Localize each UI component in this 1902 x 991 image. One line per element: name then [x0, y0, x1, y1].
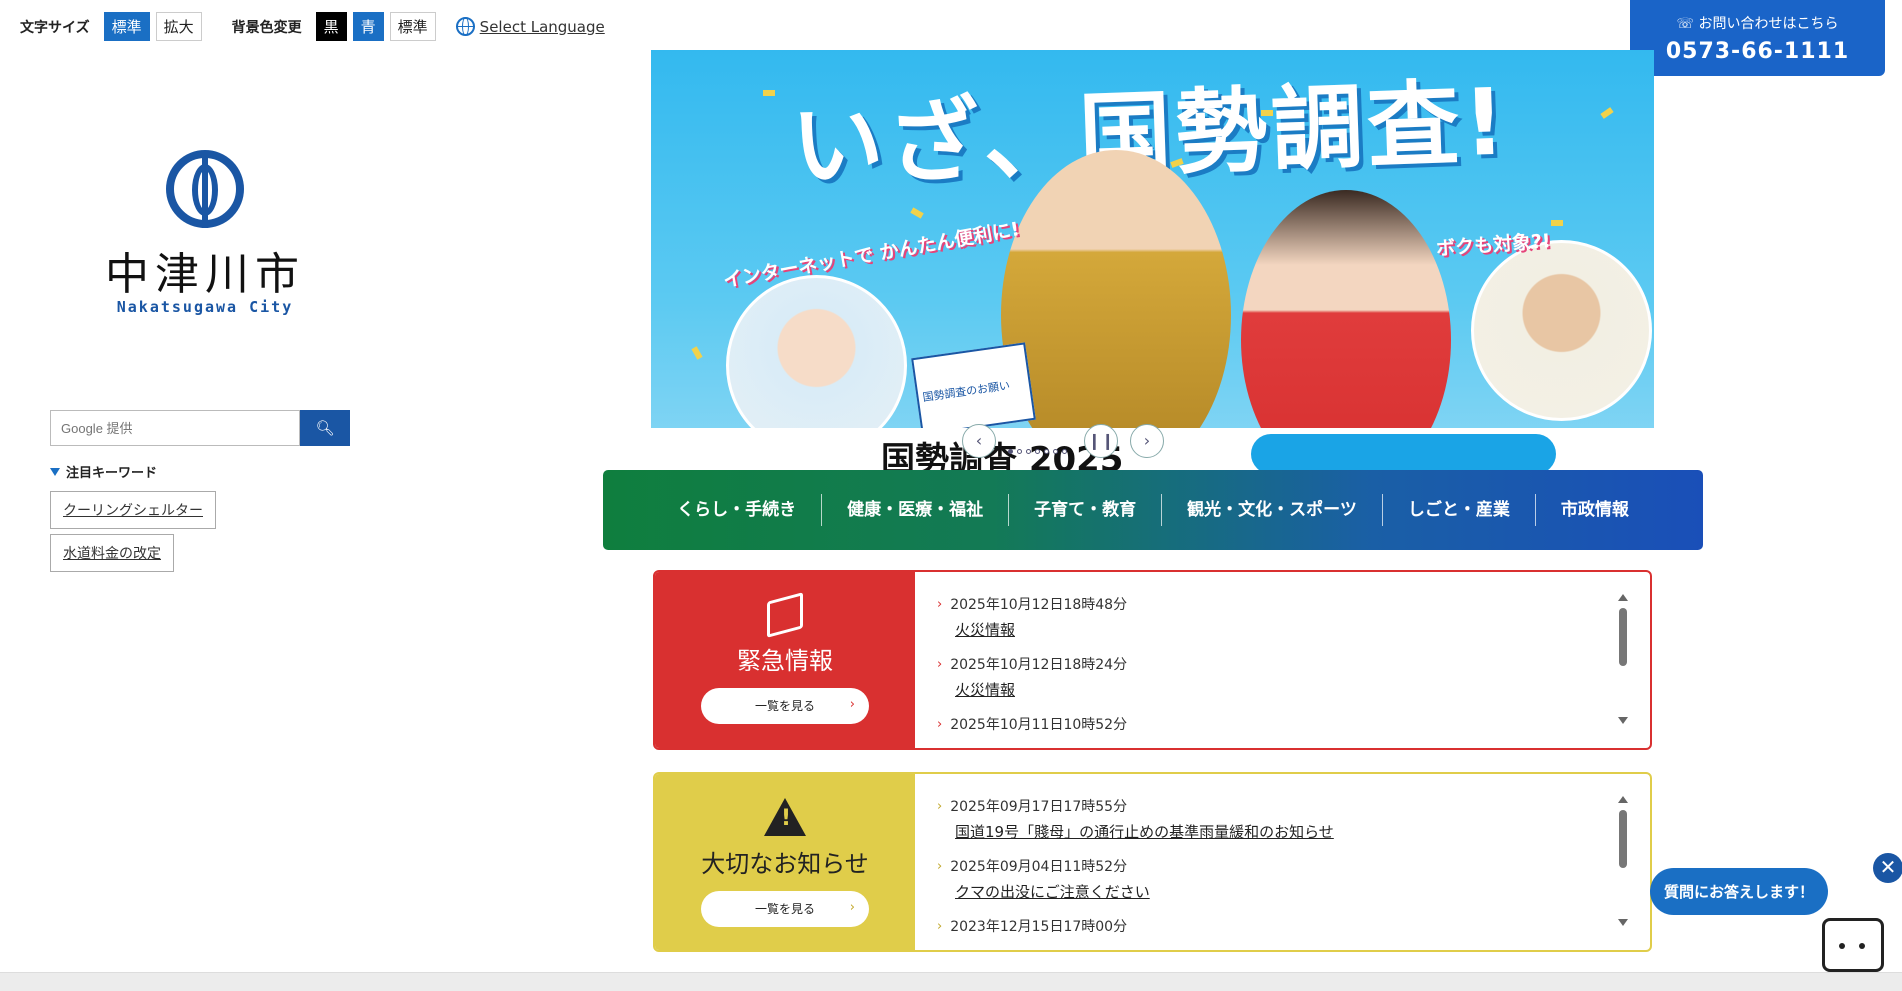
emergency-link[interactable]: 火災情報 — [955, 619, 1650, 640]
banner-person-center — [1001, 150, 1231, 470]
megaphone-icon — [767, 591, 803, 638]
banner-person-right — [1471, 240, 1652, 421]
footer-strip — [0, 972, 1902, 991]
nav-tourism[interactable]: 観光・文化・スポーツ — [1162, 494, 1383, 526]
nav-city-info[interactable]: 市政情報 — [1536, 494, 1654, 526]
globe-icon — [455, 17, 475, 36]
chevron-right-icon: › — [937, 596, 943, 612]
emergency-more-button[interactable]: 一覧を見る › — [701, 687, 869, 724]
city-name-en: Nakatsugawa City — [116, 298, 294, 316]
scroll-up-icon[interactable] — [1618, 594, 1628, 601]
nav-living[interactable]: くらし・手続き — [652, 494, 823, 526]
global-nav: くらし・手続き 健康・医療・福祉 子育て・教育 観光・文化・スポーツ しごと・産… — [603, 470, 1703, 550]
banner-card: 国勢調査のお願い — [911, 342, 1036, 436]
emergency-info-box: 緊急情報 一覧を見る › › 2025年10月12日18時48分 火災情報 › 20… — [653, 570, 1652, 750]
important-notice-box: 大切なお知らせ 一覧を見る › ›2025年09月17日17時55分 国道19号… — [653, 772, 1652, 952]
slider-dot[interactable] — [1044, 449, 1049, 454]
select-language-link[interactable]: Select Language — [455, 17, 605, 36]
emergency-scrollbar[interactable] — [1618, 594, 1628, 724]
select-language-label: Select Language — [479, 17, 605, 36]
keyword-title: 注目キーワード — [50, 462, 157, 481]
font-size-label: 文字サイズ — [20, 19, 90, 36]
banner-bubble-left: インターネットで かんたん便利に! — [721, 218, 1022, 292]
chevron-right-icon: › — [1143, 431, 1151, 450]
list-item: › 2023年12月15日17時00分 — [937, 918, 1128, 936]
bg-black-button[interactable]: 黒 — [315, 12, 347, 41]
pause-icon: ❙❙ — [1087, 431, 1115, 450]
chevron-right-icon: › — [937, 798, 943, 814]
emergency-list[interactable]: › 2025年10月12日18時48分 火災情報 › 2025年10月12日18時2… — [915, 572, 1650, 748]
list-item: › 2025年09月04日11時52分 クマの出没にご注意ください — [937, 856, 1650, 902]
slider-dots[interactable] — [1008, 449, 1067, 454]
slider-dot[interactable] — [1026, 449, 1031, 454]
important-link[interactable]: クマの出没にご注意ください — [955, 881, 1650, 902]
scroll-down-icon[interactable] — [1618, 717, 1628, 724]
triangle-down-icon — [50, 467, 60, 476]
slider-dot[interactable] — [1035, 449, 1040, 454]
font-large-button[interactable]: 拡大 — [155, 12, 202, 41]
slider-dot[interactable] — [1053, 449, 1058, 454]
site-search: 🔍︎ — [50, 410, 350, 446]
bg-blue-button[interactable]: 青 — [352, 12, 384, 41]
warning-icon — [764, 797, 806, 836]
chevron-right-icon: › — [937, 716, 943, 732]
chevron-right-icon: › — [849, 899, 855, 915]
close-icon[interactable]: ✕ — [1873, 853, 1902, 883]
important-link[interactable]: 国道19号「賤母」の通行止めの基準雨量緩和のお知らせ — [955, 821, 1650, 842]
list-item: › 2025年10月12日18時24分 火災情報 — [937, 654, 1650, 700]
keyword-water-rates[interactable]: 水道料金の改定 — [50, 534, 174, 572]
slider-pause-button[interactable]: ❙❙ — [1084, 424, 1118, 458]
nav-childcare[interactable]: 子育て・教育 — [1009, 494, 1163, 526]
accessibility-bar: 文字サイズ 標準 拡大 背景色変更 黒 青 標準 Select Language — [20, 12, 605, 41]
important-scrollbar[interactable] — [1618, 796, 1628, 926]
bg-standard-button[interactable]: 標準 — [389, 12, 436, 41]
chevron-right-icon: › — [937, 858, 943, 874]
keyword-cooling-shelter[interactable]: クーリングシェルター — [50, 491, 216, 529]
city-emblem-icon — [166, 150, 244, 228]
nav-health[interactable]: 健康・医療・福祉 — [822, 494, 1010, 526]
slider-prev-button[interactable]: ‹ — [962, 424, 996, 458]
chatbot-button[interactable]: 質問にお答えします！ — [1650, 868, 1829, 915]
chevron-right-icon: › — [937, 918, 943, 934]
list-item: › 2025年09月17日17時55分 国道19号「賤母」の通行止めの基準雨量緩和… — [937, 796, 1650, 842]
important-title: 大切なお知らせ — [701, 849, 869, 878]
search-input[interactable] — [50, 410, 300, 446]
chatbot-mascot-icon[interactable] — [1822, 918, 1884, 972]
scroll-up-icon[interactable] — [1618, 796, 1628, 803]
slider-dot[interactable] — [1017, 449, 1022, 454]
chevron-left-icon: ‹ — [975, 431, 983, 450]
emergency-link[interactable]: 火災情報 — [955, 679, 1650, 700]
chevron-right-icon: › — [937, 656, 943, 672]
emergency-title: 緊急情報 — [737, 646, 833, 675]
important-more-button[interactable]: 一覧を見る › — [701, 890, 869, 927]
scroll-down-icon[interactable] — [1618, 919, 1628, 926]
search-icon: 🔍︎ — [315, 420, 335, 437]
bg-color-label: 背景色変更 — [231, 19, 302, 36]
slider-next-button[interactable]: › — [1130, 424, 1164, 458]
scroll-thumb[interactable] — [1619, 608, 1627, 666]
phone-icon: ☏ — [1676, 16, 1695, 32]
city-name-jp: 中津川市 — [105, 249, 305, 300]
slider-dot[interactable] — [1062, 449, 1067, 454]
chevron-right-icon: › — [849, 696, 855, 712]
scroll-thumb[interactable] — [1619, 810, 1627, 868]
nav-work[interactable]: しごと・産業 — [1383, 494, 1536, 526]
important-list[interactable]: › 2025年09月17日17時55分 国道19号「賤母」の通行止めの基準雨量緩和… — [915, 774, 1650, 950]
font-standard-button[interactable]: 標準 — [103, 12, 150, 41]
search-button[interactable]: 🔍︎ — [300, 410, 350, 446]
list-item: › 2025年10月11日10時52分 — [937, 716, 1128, 734]
contact-box[interactable]: ☏ お問い合わせはこちら 0573-66-1111 — [1630, 0, 1885, 76]
list-item: › 2025年10月12日18時48分 火災情報 — [937, 594, 1650, 640]
slider-dot[interactable] — [1008, 449, 1013, 454]
city-logo[interactable]: 中津川市 Nakatsugawa City — [105, 150, 305, 316]
contact-label: お問い合わせはこちら — [1698, 16, 1839, 32]
contact-phone: 0573-66-1111 — [1665, 39, 1850, 64]
hero-banner[interactable]: いざ、国勢調査! 国勢調査のお願い インターネットで かんたん便利に! ボクも対… — [651, 50, 1654, 470]
